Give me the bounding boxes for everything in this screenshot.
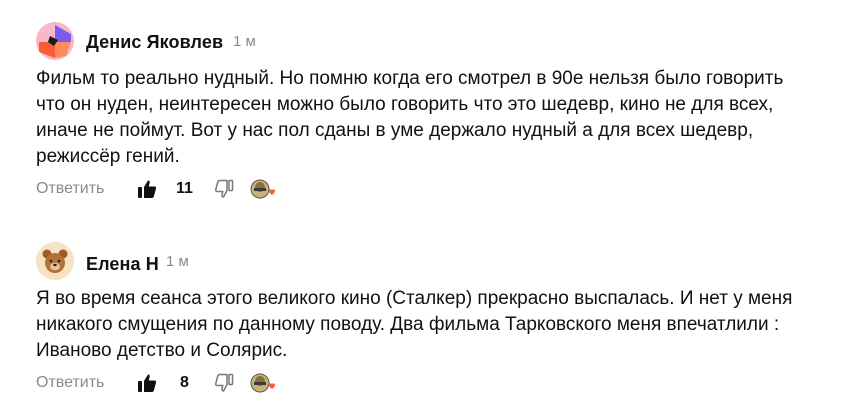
comment-author[interactable]: Елена Н [86,254,159,275]
comment-text-line: иначе не поймут. Вот у нас пол сданы в у… [36,120,754,141]
comment-text-line: Иваново детство и Солярис. [36,340,288,361]
comment-text-line: что он нуден, неинтересен можно было гов… [36,94,774,115]
reaction-avatar-icon[interactable] [250,372,276,394]
like-icon[interactable] [137,373,157,393]
bear-avatar-icon[interactable] [36,242,74,280]
dislike-icon[interactable] [214,179,234,199]
comment-text-line: Я во время сеанса этого великого кино (С… [36,288,793,309]
comment-time: 1 м [233,33,256,50]
comment-text: Фильм то реально нудный. Но помню когда … [36,66,836,170]
like-count: 8 [180,374,189,391]
comment-text-line: режиссёр гений. [36,146,180,167]
reaction-avatar-icon[interactable] [250,178,276,200]
abstract-avatar-icon[interactable] [36,22,74,60]
like-count: 11 [176,180,193,197]
comment-actions: Ответить 8 [0,372,861,396]
comment-time: 1 м [166,253,189,270]
comment-text: Я во время сеанса этого великого кино (С… [36,286,836,364]
comment-text-line: Фильм то реально нудный. Но помню когда … [36,68,784,89]
reply-button[interactable]: Ответить [36,180,104,198]
comment-author[interactable]: Денис Яковлев [86,32,223,53]
like-icon[interactable] [137,179,157,199]
comment-text-line: никакого смущения по данному поводу. Два… [36,314,780,335]
comment-actions: Ответить 11 [0,178,861,202]
reply-button[interactable]: Ответить [36,374,104,392]
dislike-icon[interactable] [214,373,234,393]
